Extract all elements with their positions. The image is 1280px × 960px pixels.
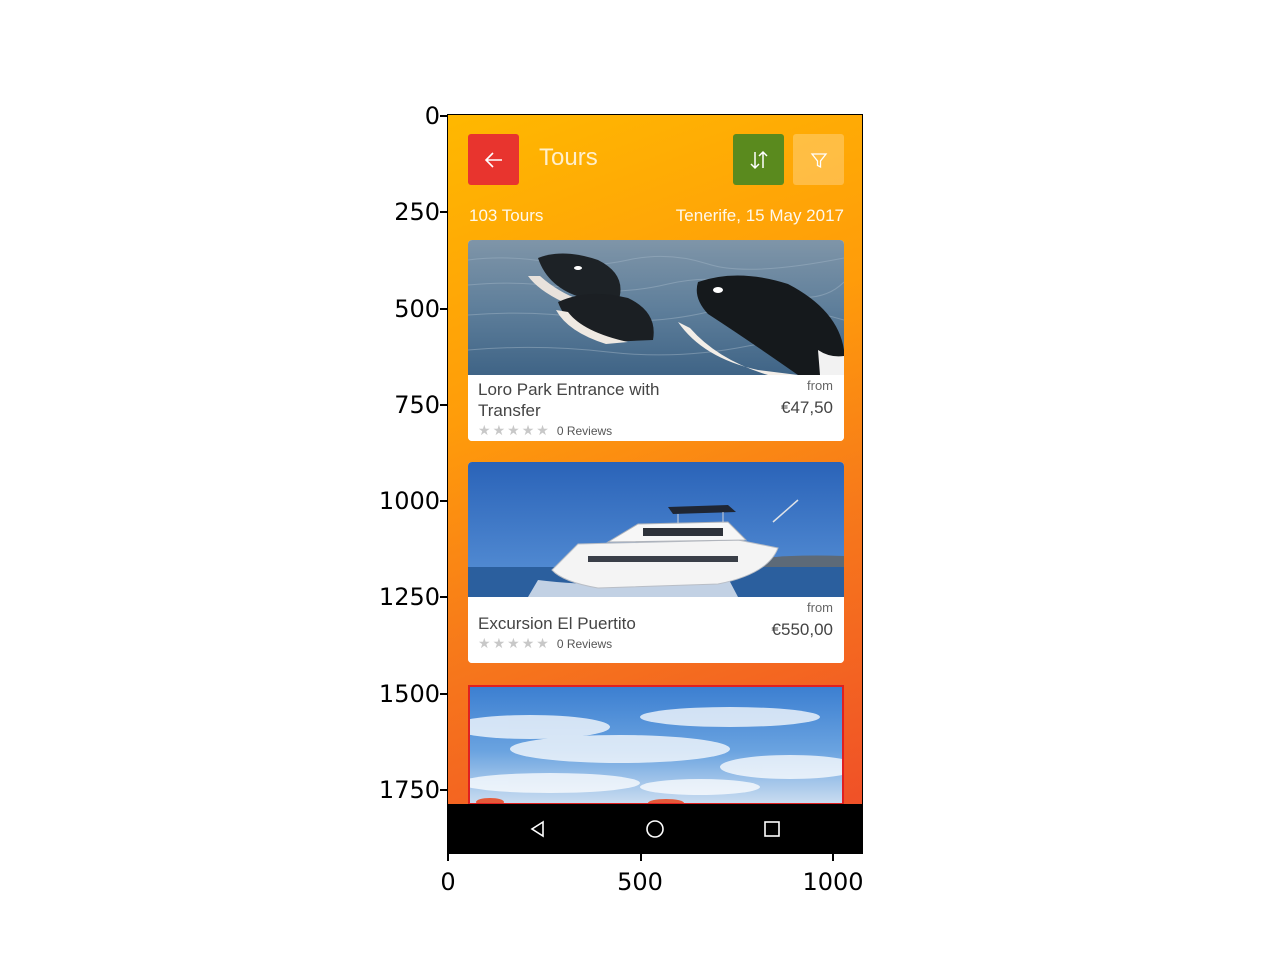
tour-name: Excursion El Puertito (478, 614, 636, 633)
top-bar: Tours (447, 114, 863, 204)
y-tick-mark (440, 693, 447, 695)
phone-screen: Tours 103 Tours Tenerife, 15 May 2017 Lo… (447, 114, 863, 854)
tour-price: €550,00 (771, 620, 833, 639)
y-tick-mark (440, 115, 447, 117)
star-icon: ★ (536, 635, 549, 651)
yacht-photo (468, 462, 844, 597)
nav-home-button[interactable] (644, 818, 666, 840)
y-tick-mark (440, 596, 447, 598)
location-date: Tenerife, 15 May 2017 (675, 206, 844, 225)
x-tick-mark (447, 854, 449, 861)
sky-photo (470, 707, 842, 803)
star-icon: ★ (478, 635, 491, 651)
circle-home-icon (646, 820, 664, 838)
nav-recents-button[interactable] (761, 818, 783, 840)
x-tick-label: 0 (440, 868, 456, 896)
reviews-count: 0 Reviews (556, 636, 613, 651)
star-icon: ★ (492, 635, 506, 651)
system-nav-bar (447, 804, 863, 854)
y-tick-mark (440, 789, 447, 791)
y-tick-mark (440, 308, 447, 310)
tour-card-details: Loro Park Entrance with Transfer from €4… (468, 375, 844, 441)
y-tick-mark (440, 211, 447, 213)
star-icon: ★ (521, 422, 535, 438)
from-label: from (807, 600, 833, 615)
star-icon: ★ (478, 422, 491, 438)
filter-icon (810, 152, 827, 168)
tour-price: €47,50 (781, 398, 833, 417)
nav-back-button[interactable] (527, 818, 549, 840)
x-tick-mark (640, 854, 642, 861)
y-tick-label: 1500 (378, 680, 440, 708)
tour-card-details: Excursion El Puertito from €550,00 ★ ★ ★… (468, 597, 844, 663)
y-tick-label: 0 (424, 102, 440, 130)
sort-arrows-icon (749, 150, 768, 169)
star-icon: ★ (521, 635, 535, 651)
rating: ★ ★ ★ ★ ★ 0 Reviews (478, 635, 612, 652)
star-icon: ★ (492, 422, 506, 438)
orcas-photo (468, 240, 844, 375)
star-icon: ★ (536, 422, 549, 438)
results-summary: 103 Tours Tenerife, 15 May 2017 (469, 206, 844, 230)
back-button[interactable] (468, 134, 519, 185)
filter-button[interactable] (793, 134, 844, 185)
arrow-left-icon (484, 151, 502, 168)
figure: 0 250 500 750 1000 1250 1500 1750 0 500 … (0, 0, 1280, 960)
x-tick-mark (832, 854, 834, 861)
y-tick-label: 1250 (378, 583, 440, 611)
from-label: from (807, 378, 833, 393)
star-icon: ★ (507, 422, 520, 438)
tour-card[interactable]: Loro Park Entrance with Transfer from €4… (468, 240, 844, 441)
y-tick-label: 500 (394, 295, 440, 323)
star-icon: ★ (507, 635, 520, 651)
y-tick-mark (440, 500, 447, 502)
rating: ★ ★ ★ ★ ★ 0 Reviews (478, 422, 612, 439)
square-recents-icon (764, 821, 780, 837)
page-title: Tours (539, 144, 598, 171)
sort-button[interactable] (733, 134, 784, 185)
tour-card[interactable]: Excursion El Puertito from €550,00 ★ ★ ★… (468, 462, 844, 663)
tour-name: Loro Park Entrance with Transfer (478, 380, 660, 420)
tour-count: 103 Tours (469, 206, 544, 225)
triangle-back-icon (530, 820, 544, 838)
y-tick-mark (440, 404, 447, 406)
y-tick-label: 250 (394, 198, 440, 226)
y-tick-label: 1000 (378, 487, 440, 515)
x-tick-label: 500 (617, 868, 663, 896)
x-tick-label: 1000 (802, 868, 864, 896)
reviews-count: 0 Reviews (556, 423, 613, 438)
y-tick-label: 750 (394, 391, 440, 419)
tour-card-highlighted[interactable] (468, 685, 844, 805)
y-tick-label: 1750 (378, 776, 440, 804)
